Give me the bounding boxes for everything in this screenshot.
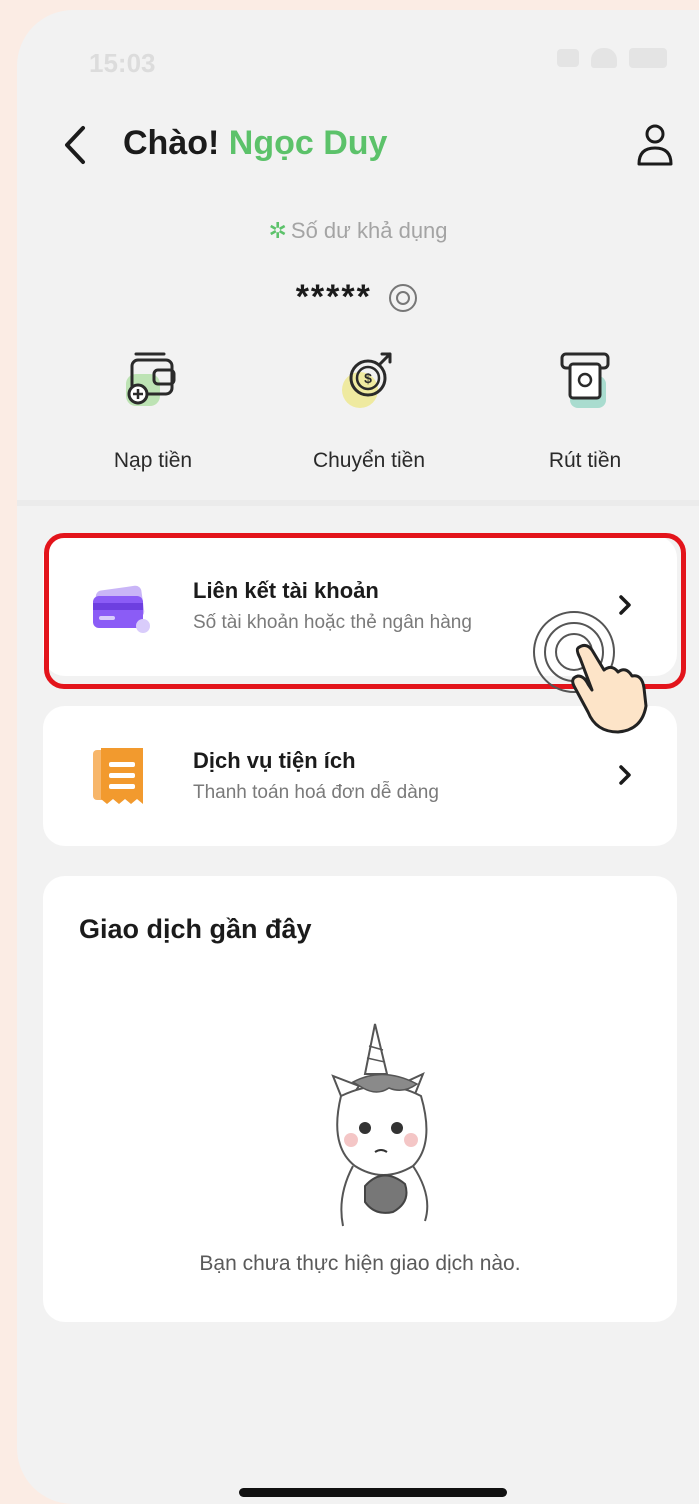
wallet-add-icon <box>126 352 176 406</box>
receipt-icon <box>93 748 143 804</box>
chevron-right-icon <box>619 765 631 785</box>
action-transfer[interactable]: $ Chuyển tiền <box>279 346 459 473</box>
balance-display: ***** <box>17 278 699 317</box>
action-label: Rút tiền <box>548 449 622 472</box>
balance-sparkle-icon: ✲ <box>268 218 287 243</box>
quick-actions: Nạp tiền $ Chuyển tiền Rút tiền <box>17 346 699 476</box>
action-withdraw[interactable]: Rút tiền <box>495 346 675 473</box>
user-name: Ngọc Duy <box>228 124 388 162</box>
user-profile-icon[interactable] <box>633 120 677 170</box>
greeting-text: Chào! <box>123 124 220 162</box>
recent-transactions-title: Giao dịch gần đây <box>79 914 312 944</box>
sad-unicorn-illustration <box>331 1023 429 1227</box>
phone-screen: 15:03 Chào! Ngọc Duy ✲ Số dư khả dụng ***… <box>17 10 699 1504</box>
balance-label-text: Số dư khả dụng <box>290 218 448 243</box>
balance-value: ***** <box>295 278 372 316</box>
section-divider <box>17 500 699 506</box>
money-transfer-icon: $ <box>342 352 392 408</box>
status-icons <box>557 48 667 68</box>
balance-label: ✲ Số dư khả dụng <box>17 218 699 244</box>
action-label: Chuyển tiền <box>312 449 426 472</box>
battery-icon <box>629 48 667 68</box>
tap-hand-icon <box>533 611 648 734</box>
action-label: Nạp tiền <box>113 449 193 472</box>
menu-item-title: Dịch vụ tiện ích <box>193 748 356 773</box>
status-time: 15:03 <box>89 48 156 78</box>
header: Chào! Ngọc Duy <box>17 110 699 190</box>
greeting-title: Chào! Ngọc Duy <box>123 124 387 163</box>
wifi-icon <box>591 48 617 68</box>
svg-text:$: $ <box>364 370 372 386</box>
atm-withdraw-icon <box>560 352 610 408</box>
recent-transactions-card: Giao dịch gần đây Bạn chưa thực hiện gia… <box>43 876 677 1322</box>
back-arrow-icon[interactable] <box>57 120 97 170</box>
menu-item-subtitle: Thanh toán hoá đơn dễ dàng <box>193 782 439 803</box>
action-top-up[interactable]: Nạp tiền <box>63 346 243 473</box>
home-indicator <box>239 1488 507 1497</box>
empty-state-message: Bạn chưa thực hiện giao dịch nào. <box>199 1252 521 1275</box>
signal-icon <box>557 49 579 67</box>
status-bar: 15:03 <box>17 10 699 80</box>
eye-toggle-icon[interactable] <box>386 281 420 315</box>
